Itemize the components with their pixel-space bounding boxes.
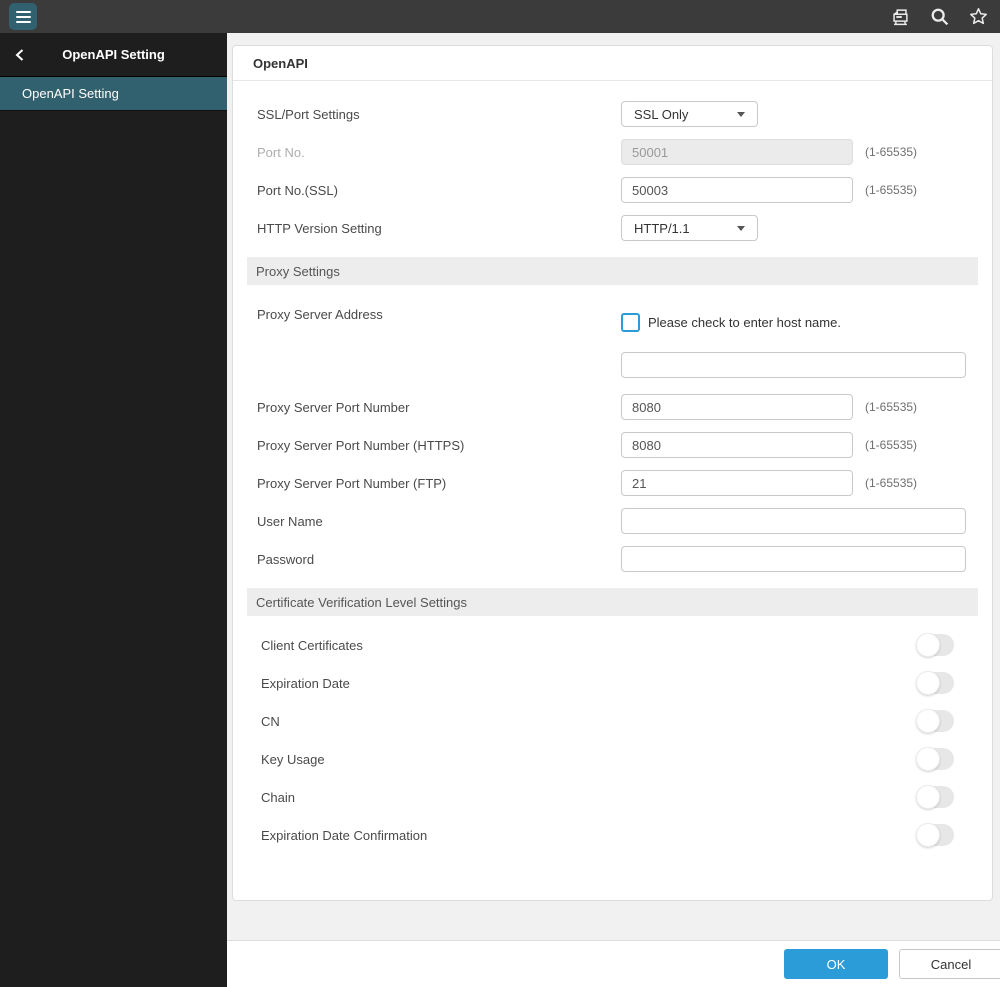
key-usage-row: Key Usage xyxy=(233,740,992,778)
key-usage-toggle[interactable] xyxy=(916,747,954,771)
proxy-port-https-range-hint: (1-65535) xyxy=(865,438,918,452)
proxy-port-label: Proxy Server Port Number xyxy=(257,399,410,415)
proxy-port-https-row: Proxy Server Port Number (HTTPS) (1-6553… xyxy=(233,426,992,464)
http-version-label: HTTP Version Setting xyxy=(257,220,382,236)
port-no-ssl-range-hint: (1-65535) xyxy=(865,183,918,197)
proxy-port-input[interactable] xyxy=(621,394,853,420)
action-footer: OK Cancel xyxy=(227,940,1000,987)
settings-form: SSL/Port Settings SSL Only Port No. (1-6… xyxy=(233,81,992,900)
host-name-checkbox-line: Please check to enter host name. xyxy=(621,313,966,332)
proxy-settings-section-header: Proxy Settings xyxy=(247,257,978,285)
ssl-port-settings-value: SSL Only xyxy=(634,106,689,122)
host-name-checkbox-label: Please check to enter host name. xyxy=(648,315,841,330)
port-no-ssl-label: Port No.(SSL) xyxy=(257,182,338,198)
proxy-port-range-hint: (1-65535) xyxy=(865,400,918,414)
user-name-row: User Name xyxy=(233,502,992,540)
chain-label: Chain xyxy=(261,789,295,805)
panel-title: OpenAPI xyxy=(233,46,992,81)
menu-icon[interactable] xyxy=(9,3,37,30)
ssl-port-settings-label: SSL/Port Settings xyxy=(257,106,360,122)
favorite-star-icon[interactable] xyxy=(967,6,989,28)
proxy-server-address-label: Proxy Server Address xyxy=(257,307,383,322)
toggle-knob xyxy=(916,633,940,657)
ok-button[interactable]: OK xyxy=(784,949,888,979)
expiration-date-confirmation-row: Expiration Date Confirmation xyxy=(233,816,992,854)
proxy-port-https-label: Proxy Server Port Number (HTTPS) xyxy=(257,437,465,453)
sidebar: OpenAPI Setting OpenAPI Setting xyxy=(0,33,227,987)
toggle-knob xyxy=(916,671,940,695)
expiration-date-label: Expiration Date xyxy=(261,675,350,691)
sidebar-title: OpenAPI Setting xyxy=(62,47,165,62)
user-name-input[interactable] xyxy=(621,508,966,534)
expiration-date-confirmation-label: Expiration Date Confirmation xyxy=(261,827,428,843)
toggle-knob xyxy=(916,823,940,847)
proxy-server-address-controls: Please check to enter host name. xyxy=(621,303,966,388)
certificate-verification-section-header: Certificate Verification Level Settings xyxy=(247,588,978,616)
user-name-label: User Name xyxy=(257,513,323,529)
proxy-port-ftp-input[interactable] xyxy=(621,470,853,496)
toggle-knob xyxy=(916,709,940,733)
sidebar-item-openapi-setting[interactable]: OpenAPI Setting xyxy=(0,77,227,111)
host-name-checkbox[interactable] xyxy=(621,313,640,332)
client-certificates-row: Client Certificates xyxy=(233,626,992,664)
device-status-icon[interactable] xyxy=(889,6,911,28)
key-usage-label: Key Usage xyxy=(261,751,325,767)
proxy-port-ftp-row: Proxy Server Port Number (FTP) (1-65535) xyxy=(233,464,992,502)
expiration-date-toggle[interactable] xyxy=(916,671,954,695)
http-version-value: HTTP/1.1 xyxy=(634,220,690,236)
password-label: Password xyxy=(257,551,315,567)
proxy-server-address-row: Proxy Server Address Please check to ent… xyxy=(233,295,992,388)
main-content: OpenAPI SSL/Port Settings SSL Only Port … xyxy=(227,33,1000,940)
ssl-port-settings-select[interactable]: SSL Only xyxy=(621,101,758,127)
dropdown-caret-icon xyxy=(737,111,745,117)
cn-row: CN xyxy=(233,702,992,740)
top-bar xyxy=(0,0,1000,33)
chain-row: Chain xyxy=(233,778,992,816)
http-version-select[interactable]: HTTP/1.1 xyxy=(621,215,758,241)
proxy-port-row: Proxy Server Port Number (1-65535) xyxy=(233,388,992,426)
port-no-range-hint: (1-65535) xyxy=(865,145,918,159)
client-certificates-label: Client Certificates xyxy=(261,637,363,653)
sidebar-item-label: OpenAPI Setting xyxy=(22,86,119,101)
proxy-port-https-input[interactable] xyxy=(621,432,853,458)
proxy-port-ftp-range-hint: (1-65535) xyxy=(865,476,918,490)
proxy-server-address-input[interactable] xyxy=(621,352,966,378)
client-certificates-toggle[interactable] xyxy=(916,633,954,657)
port-no-label: Port No. xyxy=(257,144,305,160)
toggle-knob xyxy=(916,747,940,771)
expiration-date-row: Expiration Date xyxy=(233,664,992,702)
cancel-button[interactable]: Cancel xyxy=(899,949,1000,979)
cn-label: CN xyxy=(261,713,280,729)
port-no-ssl-input[interactable] xyxy=(621,177,853,203)
expiration-date-confirmation-toggle[interactable] xyxy=(916,823,954,847)
proxy-port-ftp-label: Proxy Server Port Number (FTP) xyxy=(257,475,447,491)
ssl-port-settings-row: SSL/Port Settings SSL Only xyxy=(233,95,992,133)
http-version-row: HTTP Version Setting HTTP/1.1 xyxy=(233,209,992,247)
chain-toggle[interactable] xyxy=(916,785,954,809)
topbar-actions xyxy=(889,6,1000,28)
dropdown-caret-icon xyxy=(737,225,745,231)
port-no-row: Port No. (1-65535) xyxy=(233,133,992,171)
password-input[interactable] xyxy=(621,546,966,572)
sidebar-header: OpenAPI Setting xyxy=(0,33,227,77)
back-chevron-icon[interactable] xyxy=(11,33,28,76)
port-no-ssl-row: Port No.(SSL) (1-65535) xyxy=(233,171,992,209)
password-row: Password xyxy=(233,540,992,578)
openapi-settings-panel: OpenAPI SSL/Port Settings SSL Only Port … xyxy=(232,45,993,901)
toggle-knob xyxy=(916,785,940,809)
search-icon[interactable] xyxy=(928,6,950,28)
cn-toggle[interactable] xyxy=(916,709,954,733)
port-no-input xyxy=(621,139,853,165)
